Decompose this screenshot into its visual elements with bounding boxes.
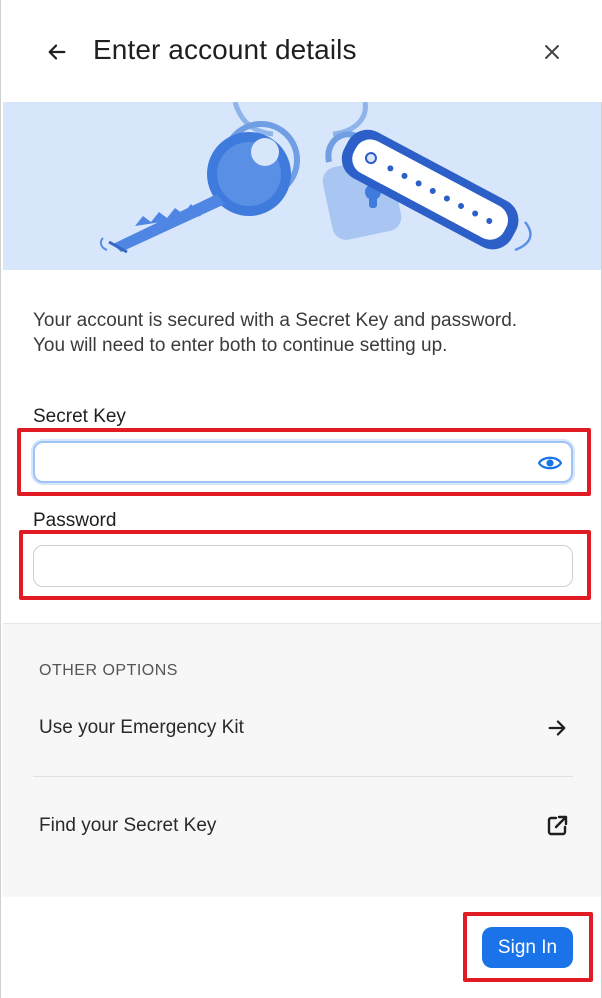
- secret-key-field-wrapper: [33, 441, 573, 483]
- password-label: Password: [33, 510, 117, 531]
- sign-in-button[interactable]: Sign In: [482, 927, 573, 968]
- keys-illustration: [99, 102, 532, 254]
- password-field-wrapper: [33, 545, 573, 587]
- emergency-kit-option[interactable]: Use your Emergency Kit: [33, 700, 573, 756]
- back-button[interactable]: [41, 36, 73, 68]
- dialog-header: Enter account details: [1, 0, 602, 102]
- toggle-visibility-button[interactable]: [537, 451, 563, 475]
- emergency-kit-label: Use your Emergency Kit: [39, 717, 244, 738]
- find-secret-key-option[interactable]: Find your Secret Key: [33, 798, 573, 854]
- password-input[interactable]: [34, 546, 572, 586]
- close-icon: [545, 45, 559, 59]
- account-security-description: Your account is secured with a Secret Ke…: [33, 310, 518, 356]
- arrow-right-icon: [545, 716, 569, 740]
- eye-icon: [538, 456, 562, 470]
- external-link-icon: [545, 814, 569, 838]
- close-button[interactable]: [537, 37, 567, 67]
- other-options-heading: OTHER OPTIONS: [39, 662, 178, 679]
- dialog: Enter account details Your account is se…: [0, 0, 602, 998]
- other-options-section: OTHER OPTIONS Use your Emergency Kit Fin…: [3, 623, 601, 897]
- find-secret-key-label: Find your Secret Key: [39, 815, 217, 836]
- arrow-left-icon: [48, 44, 66, 60]
- page-title: Enter account details: [93, 34, 357, 65]
- options-divider: [33, 776, 573, 777]
- secret-key-input[interactable]: [35, 443, 571, 481]
- keys-illustration-banner: [3, 102, 601, 270]
- secret-key-label: Secret Key: [33, 406, 126, 427]
